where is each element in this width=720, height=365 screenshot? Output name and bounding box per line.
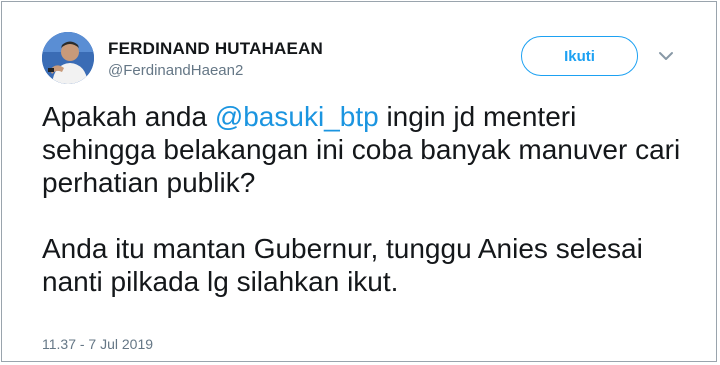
avatar[interactable] (42, 32, 94, 84)
tweet-text-segment: Apakah anda (42, 101, 215, 132)
follow-button[interactable]: Ikuti (521, 36, 638, 76)
author-handle[interactable]: @FerdinandHaean2 (108, 62, 243, 79)
tweet-text: Apakah anda @basuki_btp ingin jd menteri… (42, 100, 692, 298)
chevron-down-icon[interactable] (658, 49, 674, 61)
tweet-paragraph-2: Anda itu mantan Gubernur, tunggu Anies s… (42, 233, 643, 297)
profile-photo-icon (42, 32, 94, 84)
author-name[interactable]: FERDINAND HUTAHAEAN (108, 39, 323, 59)
tweet-card: FERDINAND HUTAHAEAN @FerdinandHaean2 Iku… (1, 1, 717, 362)
mention-link[interactable]: @basuki_btp (215, 101, 379, 132)
tweet-paragraph-1: Apakah anda @basuki_btp ingin jd menteri… (42, 100, 692, 199)
tweet-timestamp[interactable]: 11.37 - 7 Jul 2019 (42, 336, 153, 352)
